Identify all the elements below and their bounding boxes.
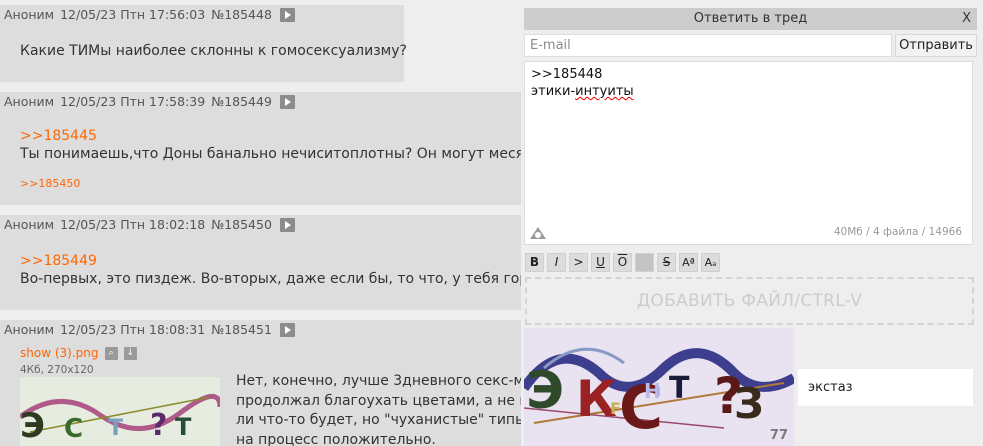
- play-icon[interactable]: [279, 218, 295, 232]
- post-datetime: 12/05/23 Птн 18:08:31: [60, 322, 206, 337]
- play-icon[interactable]: [279, 323, 295, 337]
- svg-text:Т: Т: [669, 371, 690, 406]
- overline-button[interactable]: O: [613, 253, 632, 272]
- post-header: Аноним 12/05/23 Птн 17:58:39 №185449: [0, 92, 521, 112]
- captcha-number: 77: [769, 428, 788, 443]
- post-185450: Аноним 12/05/23 Птн 18:02:18 №185450 >>1…: [0, 215, 554, 310]
- post-number[interactable]: №185450: [211, 215, 272, 235]
- svg-text:?: ?: [150, 408, 167, 443]
- reply-link[interactable]: >>185445: [20, 128, 97, 144]
- message-textarea[interactable]: >>185448 этики-интуиты 40Мб / 4 файла / …: [524, 61, 973, 245]
- file-name[interactable]: show (3).png: [20, 346, 98, 360]
- post-185449: Аноним 12/05/23 Птн 17:58:39 №185449 >>1…: [0, 92, 562, 205]
- post-header: Аноним 12/05/23 Птн 18:08:31 №185451: [0, 320, 521, 340]
- bold-button[interactable]: B: [525, 253, 544, 272]
- markup-toolbar: B I > U O S Aª Aₐ: [525, 253, 720, 273]
- post-185451: Аноним 12/05/23 Птн 18:08:31 №185451 sho…: [0, 320, 547, 446]
- captcha-image[interactable]: Э К С F Н Т ? З 77: [524, 328, 794, 446]
- quote-button[interactable]: >: [569, 253, 588, 272]
- play-icon[interactable]: [279, 8, 295, 22]
- post-number[interactable]: №185449: [211, 92, 272, 112]
- italic-button[interactable]: I: [547, 253, 566, 272]
- post-text-line: на процесс положительно.: [236, 431, 436, 446]
- file-dropzone[interactable]: ДОБАВИТЬ ФАЙЛ/CTRL-V: [525, 277, 974, 325]
- reply-link[interactable]: >>185449: [20, 253, 97, 269]
- reply-form-title: Ответить в тред: [693, 11, 808, 26]
- download-icon[interactable]: ↓: [123, 347, 137, 360]
- post-thumbnail[interactable]: Э С Т ? Т: [20, 377, 220, 446]
- post-text: Ты понимаешь,что Доны банально нечиситоп…: [20, 146, 562, 162]
- superscript-button[interactable]: Aª: [679, 253, 698, 272]
- sage-icon[interactable]: [529, 225, 547, 241]
- send-button[interactable]: Отправить: [895, 34, 977, 57]
- search-image-icon[interactable]: ⌕: [104, 347, 118, 360]
- post-number[interactable]: №185451: [211, 320, 272, 340]
- post-text: Какие ТИМы наиболее склонны к гомосексуа…: [20, 43, 407, 59]
- strike-button[interactable]: S: [657, 253, 676, 272]
- email-field[interactable]: E-mail: [524, 34, 892, 57]
- reply-form: Ответить в тред X E-mail Отправить >>185…: [521, 5, 983, 446]
- svg-text:Э: Э: [526, 361, 564, 421]
- message-line: >>185448: [531, 67, 603, 82]
- post-author: Аноним: [4, 94, 55, 109]
- spoiler-button[interactable]: [635, 253, 654, 272]
- post-author: Аноним: [4, 7, 55, 22]
- svg-text:З: З: [734, 379, 764, 428]
- svg-text:F: F: [610, 399, 621, 418]
- svg-text:С: С: [64, 414, 83, 444]
- captcha-input[interactable]: экстаз: [798, 369, 973, 406]
- post-number[interactable]: №185448: [211, 5, 272, 25]
- svg-text:Э: Э: [20, 406, 45, 446]
- post-text-line: Нет, конечно, лучше 3дневного секс-мар: [236, 373, 542, 389]
- upload-limits: 40Мб / 4 файла / 14966: [833, 226, 962, 238]
- svg-text:Т: Т: [175, 413, 192, 441]
- post-datetime: 12/05/23 Птн 18:02:18: [60, 217, 206, 232]
- post-header: Аноним 12/05/23 Птн 18:02:18 №185450: [0, 215, 521, 235]
- play-icon[interactable]: [279, 95, 295, 109]
- post-text-line: продолжал благоухать цветами, а не пот: [236, 392, 546, 409]
- post-author: Аноним: [4, 322, 55, 337]
- close-button[interactable]: X: [962, 8, 971, 30]
- post-datetime: 12/05/23 Птн 17:56:03: [60, 7, 206, 22]
- post-185448: Аноним 12/05/23 Птн 17:56:03 №185448 Как…: [0, 5, 407, 82]
- backlink[interactable]: >>185450: [20, 177, 80, 190]
- svg-text:Т: Т: [108, 416, 123, 441]
- post-text: Во-первых, это пиздеж. Во-вторых, даже е…: [20, 271, 554, 287]
- post-header: Аноним 12/05/23 Птн 17:56:03 №185448: [0, 5, 404, 25]
- underline-button[interactable]: U: [591, 253, 610, 272]
- svg-text:Н: Н: [644, 379, 661, 403]
- post-text-line: ли что-то будет, но "чуханистые" типы за: [236, 412, 547, 428]
- post-author: Аноним: [4, 217, 55, 232]
- post-datetime: 12/05/23 Птн 17:58:39: [60, 94, 206, 109]
- reply-form-header[interactable]: Ответить в тред X: [524, 8, 977, 30]
- message-line: этики-интуиты: [531, 84, 634, 99]
- file-info: 4Кб, 270x120: [20, 364, 94, 376]
- subscript-button[interactable]: Aₐ: [701, 253, 720, 272]
